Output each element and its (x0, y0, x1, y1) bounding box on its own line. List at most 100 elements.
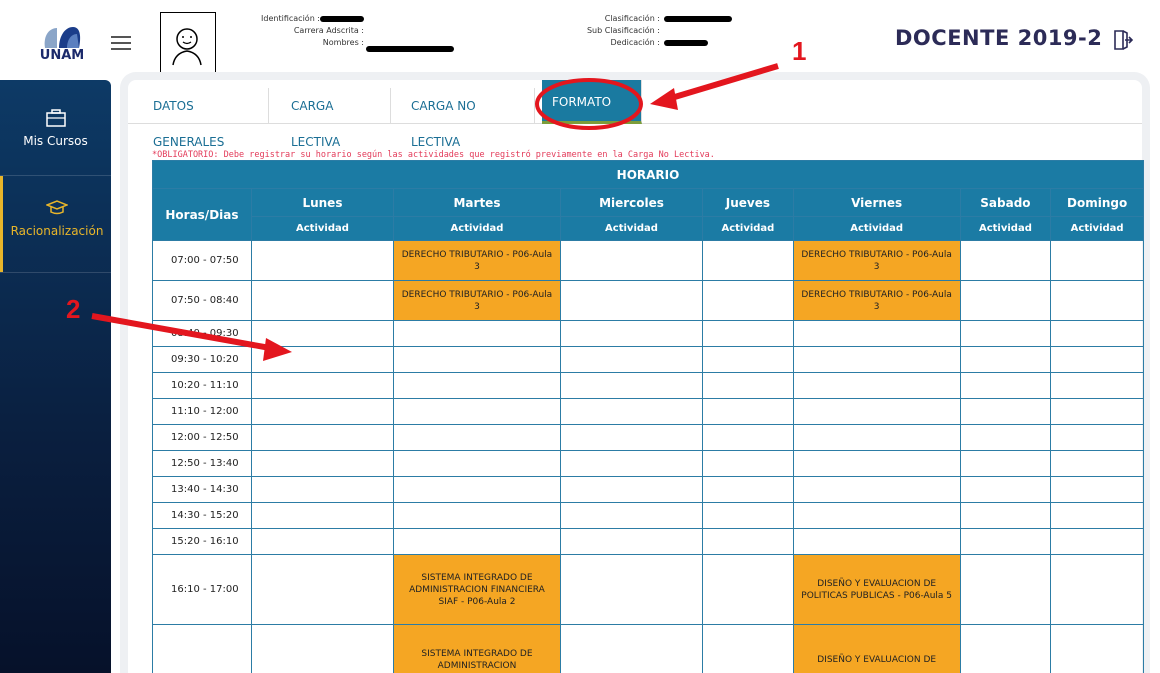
empty-cell[interactable] (702, 624, 794, 673)
empty-cell[interactable] (959, 320, 1052, 347)
empty-cell[interactable] (559, 624, 704, 673)
empty-cell[interactable] (959, 450, 1052, 477)
empty-cell[interactable] (792, 502, 961, 529)
tab-formato-2[interactable]: FORMATO #2 (542, 80, 642, 153)
empty-cell[interactable] (250, 554, 395, 625)
menu-toggle-icon[interactable] (111, 36, 131, 50)
empty-cell[interactable] (393, 398, 561, 425)
empty-cell[interactable] (702, 528, 794, 555)
activity-cell[interactable]: SISTEMA INTEGRADO DE ADMINISTRACION (393, 624, 561, 673)
empty-cell[interactable] (250, 502, 395, 529)
empty-cell[interactable] (250, 424, 395, 451)
empty-cell[interactable] (250, 240, 395, 281)
activity-cell[interactable]: DERECHO TRIBUTARIO - P06-Aula 3 (792, 280, 961, 321)
empty-cell[interactable] (792, 398, 961, 425)
empty-cell[interactable] (792, 528, 961, 555)
empty-cell[interactable] (702, 476, 794, 503)
empty-cell[interactable] (250, 398, 395, 425)
empty-cell[interactable] (393, 346, 561, 373)
empty-cell[interactable] (702, 240, 794, 281)
empty-cell[interactable] (1050, 424, 1144, 451)
empty-cell[interactable] (959, 476, 1052, 503)
empty-cell[interactable] (792, 450, 961, 477)
empty-cell[interactable] (702, 372, 794, 399)
empty-cell[interactable] (393, 450, 561, 477)
activity-cell[interactable]: SISTEMA INTEGRADO DE ADMINISTRACION FINA… (393, 554, 561, 625)
empty-cell[interactable] (959, 424, 1052, 451)
empty-cell[interactable] (702, 320, 794, 347)
empty-cell[interactable] (559, 424, 704, 451)
empty-cell[interactable] (959, 280, 1052, 321)
empty-cell[interactable] (393, 502, 561, 529)
empty-cell[interactable] (959, 528, 1052, 555)
empty-cell[interactable] (959, 624, 1052, 673)
empty-cell[interactable] (1050, 398, 1144, 425)
empty-cell[interactable] (792, 424, 961, 451)
empty-cell[interactable] (702, 554, 794, 625)
empty-cell[interactable] (559, 346, 704, 373)
empty-cell[interactable] (250, 624, 395, 673)
tab-carga-no-lectiva[interactable]: CARGA NO LECTIVA (401, 88, 535, 149)
empty-cell[interactable] (1050, 346, 1144, 373)
activity-cell[interactable]: DERECHO TRIBUTARIO - P06-Aula 3 (393, 240, 561, 281)
empty-cell[interactable] (1050, 372, 1144, 399)
activity-cell[interactable]: DISEÑO Y EVALUACION DE POLITICAS PUBLICA… (792, 554, 961, 625)
empty-cell[interactable] (559, 476, 704, 503)
empty-cell[interactable] (792, 346, 961, 373)
empty-cell[interactable] (1050, 554, 1144, 625)
empty-cell[interactable] (559, 450, 704, 477)
empty-cell[interactable] (559, 398, 704, 425)
empty-cell[interactable] (702, 502, 794, 529)
empty-cell[interactable] (559, 528, 704, 555)
empty-cell[interactable] (393, 320, 561, 347)
empty-cell[interactable] (250, 528, 395, 555)
empty-cell[interactable] (1050, 280, 1144, 321)
empty-cell[interactable] (792, 320, 961, 347)
empty-cell[interactable] (702, 398, 794, 425)
empty-cell[interactable] (959, 502, 1052, 529)
empty-cell[interactable] (702, 346, 794, 373)
empty-cell[interactable] (959, 346, 1052, 373)
empty-cell[interactable] (559, 280, 704, 321)
tab-carga-lectiva[interactable]: CARGA LECTIVA (281, 88, 391, 149)
empty-cell[interactable] (559, 320, 704, 347)
activity-cell[interactable]: DERECHO TRIBUTARIO - P06-Aula 3 (792, 240, 961, 281)
empty-cell[interactable] (1050, 450, 1144, 477)
empty-cell[interactable] (250, 280, 395, 321)
empty-cell[interactable] (393, 424, 561, 451)
empty-cell[interactable] (1050, 528, 1144, 555)
empty-cell[interactable] (250, 476, 395, 503)
empty-cell[interactable] (1050, 320, 1144, 347)
empty-cell[interactable] (1050, 240, 1144, 281)
empty-cell[interactable] (393, 528, 561, 555)
empty-cell[interactable] (559, 372, 704, 399)
empty-cell[interactable] (959, 398, 1052, 425)
empty-cell[interactable] (250, 372, 395, 399)
empty-cell[interactable] (959, 372, 1052, 399)
empty-cell[interactable] (559, 554, 704, 625)
empty-cell[interactable] (250, 320, 395, 347)
empty-cell[interactable] (1050, 502, 1144, 529)
empty-cell[interactable] (1050, 624, 1144, 673)
empty-cell[interactable] (393, 476, 561, 503)
empty-cell[interactable] (702, 280, 794, 321)
empty-cell[interactable] (792, 372, 961, 399)
empty-cell[interactable] (959, 240, 1052, 281)
logout-icon[interactable] (1110, 28, 1134, 52)
empty-cell[interactable] (250, 346, 395, 373)
empty-cell[interactable] (702, 424, 794, 451)
sidebar-item-racionalizacion[interactable]: Racionalización (0, 176, 111, 272)
briefcase-icon (45, 109, 66, 127)
empty-cell[interactable] (702, 450, 794, 477)
empty-cell[interactable] (1050, 476, 1144, 503)
empty-cell[interactable] (250, 450, 395, 477)
empty-cell[interactable] (393, 372, 561, 399)
activity-cell[interactable]: DERECHO TRIBUTARIO - P06-Aula 3 (393, 280, 561, 321)
tab-datos-generales[interactable]: DATOS GENERALES (143, 88, 269, 149)
empty-cell[interactable] (559, 502, 704, 529)
activity-cell[interactable]: DISEÑO Y EVALUACION DE (792, 624, 961, 673)
empty-cell[interactable] (792, 476, 961, 503)
sidebar-item-mis-cursos[interactable]: Mis Cursos (0, 108, 111, 148)
empty-cell[interactable] (559, 240, 704, 281)
empty-cell[interactable] (959, 554, 1052, 625)
